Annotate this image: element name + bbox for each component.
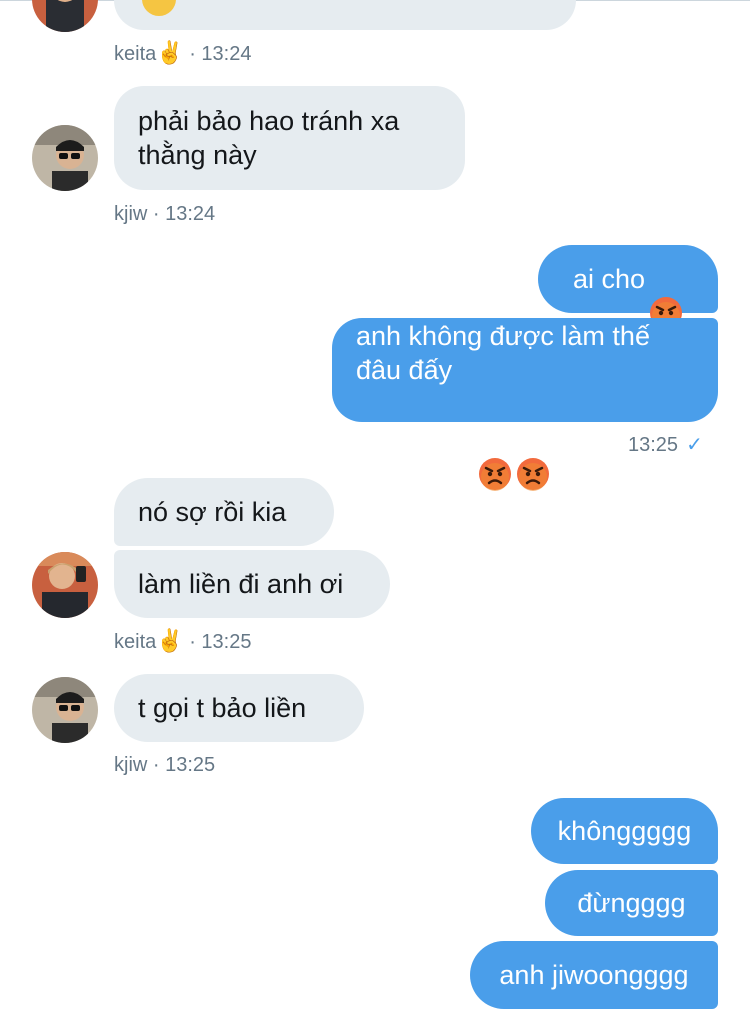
message-bubble[interactable]: t gọi t bảo liền <box>114 674 364 742</box>
sender-time: kjiw · 13:25 <box>114 754 216 776</box>
sender-time: kjiw · 13:24 <box>114 203 216 225</box>
message-bubble-cutoff[interactable] <box>114 0 576 30</box>
check-icon: ✓ <box>686 434 703 456</box>
sender-name: keita <box>114 43 157 65</box>
message-meta: 13:25 ✓ <box>628 433 703 457</box>
message-meta: kjiw · 13:24 <box>114 202 215 226</box>
message-bubble[interactable]: phải bảo hao tránh xa thằng này <box>114 86 465 190</box>
message-text: nó sợ rồi kia <box>138 497 287 527</box>
message-bubble-outgoing[interactable]: anh không được làm thế đâu đấy <box>332 318 718 491</box>
avatar-keita[interactable] <box>32 0 98 32</box>
angry-face-icon <box>516 423 550 491</box>
message-text: anh jiwoongggg <box>499 960 689 990</box>
message-text: khônggggg <box>557 816 692 846</box>
message-meta: keita✌️ · 13:25 <box>114 629 251 654</box>
message-meta: keita✌️ · 13:24 <box>114 41 251 66</box>
message-bubble[interactable]: làm liền đi anh ơi <box>114 550 390 618</box>
emoji-fragment-icon <box>142 0 176 16</box>
avatar-kjiw[interactable] <box>32 125 98 191</box>
victory-hand-icon: ✌️ <box>156 628 184 653</box>
angry-face-icon <box>649 262 683 330</box>
message-text: anh không được làm thế đâu đấy <box>356 321 650 385</box>
message-time: · 13:24 <box>183 43 252 65</box>
angry-face-icon <box>478 423 512 491</box>
avatar-keita[interactable] <box>32 552 98 618</box>
message-bubble[interactable]: nó sợ rồi kia <box>114 478 334 546</box>
message-bubble-outgoing[interactable]: anh jiwoongggg <box>470 941 718 1009</box>
sender-name: keita <box>114 631 157 653</box>
message-time: 13:25 <box>628 434 679 456</box>
message-meta: kjiw · 13:25 <box>114 753 215 777</box>
message-bubble-outgoing[interactable]: khônggggg <box>531 798 718 864</box>
message-text: t gọi t bảo liền <box>138 693 307 723</box>
message-text: làm liền đi anh ơi <box>138 569 344 599</box>
message-bubble-outgoing[interactable]: đừngggg <box>545 870 718 936</box>
victory-hand-icon: ✌️ <box>156 40 184 65</box>
message-text: phải bảo hao tránh xa thằng này <box>138 106 400 170</box>
message-time: · 13:25 <box>183 631 252 653</box>
message-text: đừngggg <box>577 888 686 918</box>
avatar-kjiw[interactable] <box>32 677 98 743</box>
